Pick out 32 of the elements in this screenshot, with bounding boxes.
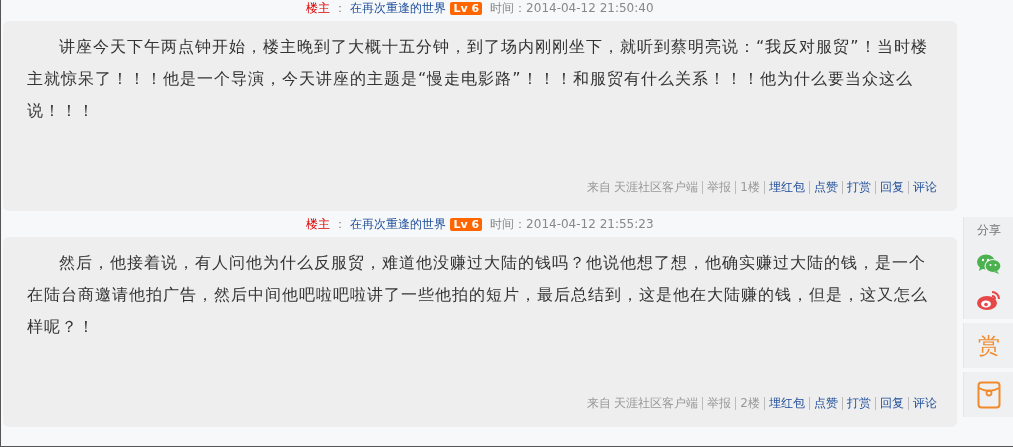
separator-colon: ： [334, 215, 347, 233]
footer-text: 来自 天涯社区客户端 [586, 181, 699, 194]
level-badge: Lv 6 [450, 1, 483, 15]
footer-text: 举报 [702, 181, 732, 194]
footer-link[interactable]: 点赞 [809, 397, 838, 410]
post-time: 时间：2014-04-12 21:55:23 [490, 215, 654, 233]
footer-text: 来自 天涯社区客户端 [586, 397, 699, 410]
footer-link[interactable]: 点赞 [809, 181, 838, 194]
footer-link[interactable]: 埋红包 [764, 181, 805, 194]
footer-text: 1楼 [735, 181, 760, 194]
post-text: 然后，他接着说，有人问他为什么反服贸，难道他没赚过大陆的钱吗？他说他想了想，他确实赚过大陆的钱，是一个在陆台商邀请他拍广告，然后中间他吧啦吧啦讲了一些他拍的短片，最后总结到，这是他在大陆赚的钱，但是，这又怎么样呢？！ [27, 252, 929, 338]
author-link[interactable]: 在再次重逢的世界 [350, 215, 447, 233]
post-text: 讲座今天下午两点钟开始，楼主晚到了大概十五分钟，到了场内刚刚坐下，就听到蔡明亮说：“我反对服贸”！当时楼主就惊呆了！！！他是一个导演，今天讲座的主题是“慢走电影路”！！！和服贸有什么关系！！！他为什么要当众这么说！！！ [27, 36, 929, 122]
footer-link[interactable]: 评论 [908, 397, 937, 410]
footer-text: 举报 [702, 397, 732, 410]
footer-link[interactable]: 打赏 [842, 181, 871, 194]
chat-bubbles-icon[interactable] [975, 253, 1002, 275]
author-label: 楼主 [306, 0, 331, 17]
envelope-icon[interactable] [976, 380, 1001, 409]
footer-link[interactable]: 评论 [908, 181, 937, 194]
level-badge: Lv 6 [450, 217, 483, 231]
author-label: 楼主 [306, 215, 331, 233]
footer-link[interactable]: 回复 [875, 181, 904, 194]
footer-link[interactable]: 打赏 [842, 397, 871, 410]
footer-link[interactable]: 回复 [875, 397, 904, 410]
post-time: 时间：2014-04-12 21:50:40 [490, 0, 654, 17]
weibo-icon[interactable] [975, 289, 1002, 311]
separator-colon: ： [334, 0, 347, 17]
footer-link[interactable]: 埋红包 [764, 397, 805, 410]
author-link[interactable]: 在再次重逢的世界 [350, 0, 447, 17]
share-label: 分享 [976, 222, 1001, 239]
footer-text: 2楼 [735, 397, 760, 410]
